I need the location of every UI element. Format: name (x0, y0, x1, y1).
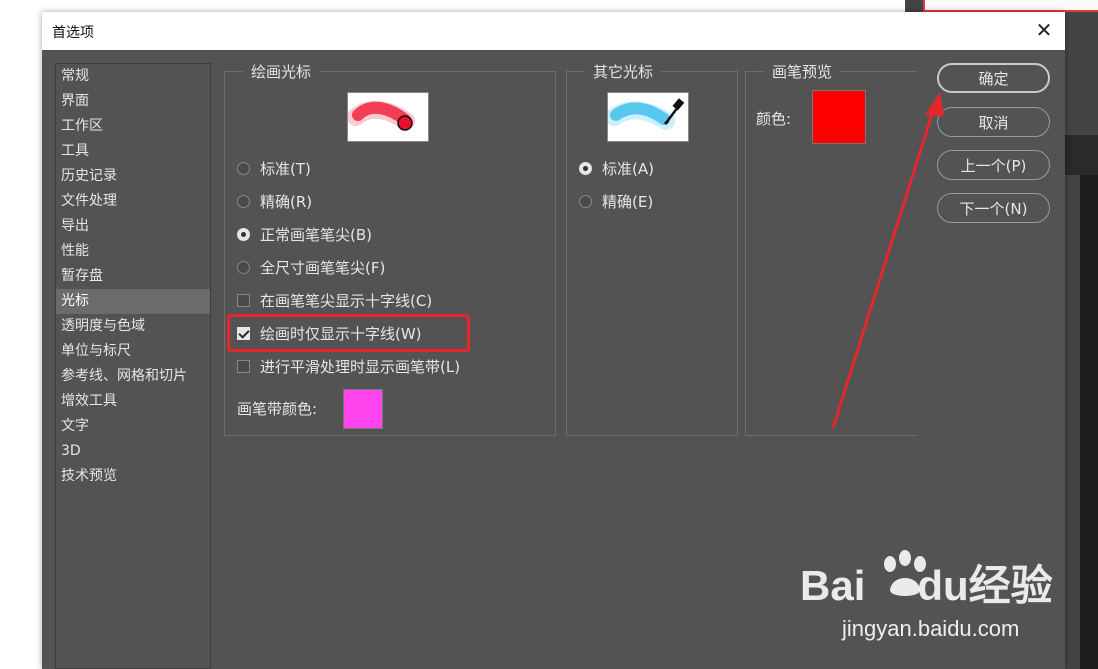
watermark-brand-cn: 经验 (968, 562, 1053, 609)
watermark-url: jingyan.baidu.com (842, 616, 1020, 641)
baidu-paw-icon (884, 550, 926, 596)
watermark-brand-latin-1: Bai (800, 562, 866, 609)
